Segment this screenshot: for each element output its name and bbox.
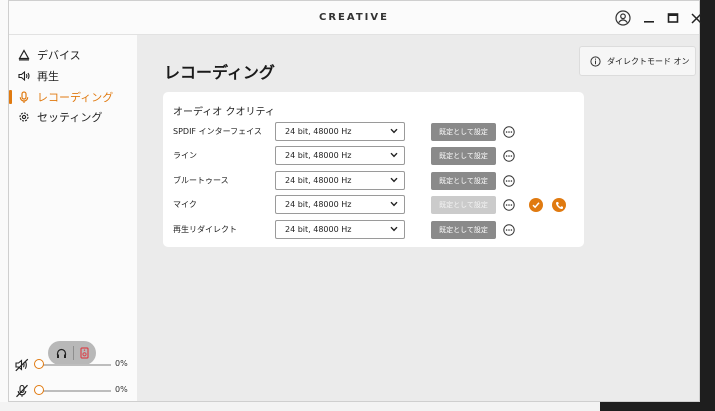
sidebar-item-label: レコーディング — [37, 91, 114, 104]
select-value: 24 bit, 48000 Hz — [285, 127, 352, 136]
speaker-volume-track[interactable] — [35, 364, 111, 366]
quality-row-playback-redirect: 再生リダイレクト 24 bit, 48000 Hz 既定として設定 — [163, 220, 584, 240]
select-value: 24 bit, 48000 Hz — [285, 200, 352, 209]
headphones-icon — [56, 348, 66, 358]
sidebar-item-playback[interactable]: 再生 — [17, 67, 59, 85]
row-label: 再生リダイレクト — [173, 225, 237, 234]
set-default-button: 既定として設定 — [431, 196, 496, 214]
minimize-icon — [644, 21, 654, 23]
minimize-button[interactable] — [640, 9, 658, 27]
chevron-down-icon — [390, 128, 398, 134]
checkmark-icon — [532, 202, 540, 209]
mic-volume-value: 0% — [115, 385, 128, 394]
page-title: レコーディング — [164, 63, 275, 82]
default-communication-button[interactable] — [552, 198, 566, 212]
microphone-muted-icon — [16, 384, 28, 398]
more-options-icon[interactable] — [503, 199, 515, 211]
speaker-volume-value: 0% — [115, 359, 128, 368]
title-bar: CREATIVE — [9, 1, 702, 35]
set-default-button[interactable]: 既定として設定 — [431, 221, 496, 239]
speaker-volume-row: 0% — [15, 358, 133, 372]
sidebar-item-label: 再生 — [37, 70, 59, 83]
more-options-icon[interactable] — [503, 175, 515, 187]
mic-volume-thumb[interactable] — [34, 385, 44, 395]
select-value: 24 bit, 48000 Hz — [285, 225, 352, 234]
direct-mode-button[interactable]: ダイレクトモード オン — [579, 46, 696, 76]
chevron-down-icon — [390, 226, 398, 232]
sample-rate-select[interactable]: 24 bit, 48000 Hz — [275, 122, 405, 141]
maximize-button[interactable] — [664, 9, 682, 27]
speaker-muted-icon — [15, 358, 29, 372]
device-icon — [17, 48, 31, 62]
direct-mode-label: ダイレクトモード オン — [607, 56, 690, 66]
quality-row-mic: マイク 24 bit, 48000 Hz 既定として設定 — [163, 195, 584, 215]
set-default-button[interactable]: 既定として設定 — [431, 147, 496, 165]
microphone-icon — [17, 90, 31, 104]
info-icon — [590, 55, 601, 67]
desktop-background-bottom — [0, 402, 715, 411]
chevron-down-icon — [390, 201, 398, 207]
app-window: CREATIVE デバイス 再生 レコーディング セッティング 0% 0% レコ… — [8, 0, 702, 402]
sample-rate-select[interactable]: 24 bit, 48000 Hz — [275, 195, 405, 214]
audio-quality-card: オーディオ クオリティ SPDIF インターフェイス 24 bit, 48000… — [163, 92, 584, 247]
select-value: 24 bit, 48000 Hz — [285, 176, 352, 185]
set-default-button[interactable]: 既定として設定 — [431, 172, 496, 190]
gear-icon — [17, 110, 31, 124]
close-icon — [690, 12, 702, 24]
active-indicator — [9, 90, 12, 104]
default-device-button[interactable] — [529, 198, 543, 212]
sidebar-item-device[interactable]: デバイス — [17, 46, 81, 64]
mic-volume-row: 0% — [15, 384, 133, 398]
sidebar-item-label: セッティング — [37, 111, 103, 124]
speaker-icon — [17, 69, 31, 83]
set-default-button[interactable]: 既定として設定 — [431, 123, 496, 141]
chevron-down-icon — [390, 177, 398, 183]
quality-row-spdif: SPDIF インターフェイス 24 bit, 48000 Hz 既定として設定 — [163, 122, 584, 142]
sidebar-item-label: デバイス — [37, 49, 81, 62]
app-logo: CREATIVE — [319, 12, 389, 23]
section-title: オーディオ クオリティ — [173, 107, 275, 118]
row-label: ライン — [173, 151, 197, 160]
sidebar-item-settings[interactable]: セッティング — [17, 108, 102, 126]
sample-rate-select[interactable]: 24 bit, 48000 Hz — [275, 220, 405, 239]
row-label: マイク — [173, 200, 197, 209]
user-icon — [615, 10, 631, 26]
speaker-volume-thumb[interactable] — [34, 359, 44, 369]
select-value: 24 bit, 48000 Hz — [285, 151, 352, 160]
chevron-down-icon — [390, 152, 398, 158]
desktop-background-right — [700, 0, 715, 411]
account-button[interactable] — [614, 9, 632, 27]
more-options-icon[interactable] — [503, 126, 515, 138]
sample-rate-select[interactable]: 24 bit, 48000 Hz — [275, 171, 405, 190]
row-label: SPDIF インターフェイス — [173, 127, 262, 136]
quality-row-bluetooth: ブルートゥース 24 bit, 48000 Hz 既定として設定 — [163, 171, 584, 191]
mic-volume-track[interactable] — [35, 390, 111, 392]
close-button[interactable] — [687, 9, 705, 27]
row-label: ブルートゥース — [173, 176, 229, 185]
maximize-icon — [667, 13, 679, 23]
sample-rate-select[interactable]: 24 bit, 48000 Hz — [275, 146, 405, 165]
phone-icon — [555, 201, 563, 209]
sidebar-item-recording[interactable]: レコーディング — [17, 88, 113, 106]
sidebar: デバイス 再生 レコーディング セッティング 0% 0% — [9, 35, 137, 401]
more-options-icon[interactable] — [503, 224, 515, 236]
desktop-background-left — [0, 0, 8, 411]
quality-row-line: ライン 24 bit, 48000 Hz 既定として設定 — [163, 146, 584, 166]
more-options-icon[interactable] — [503, 150, 515, 162]
